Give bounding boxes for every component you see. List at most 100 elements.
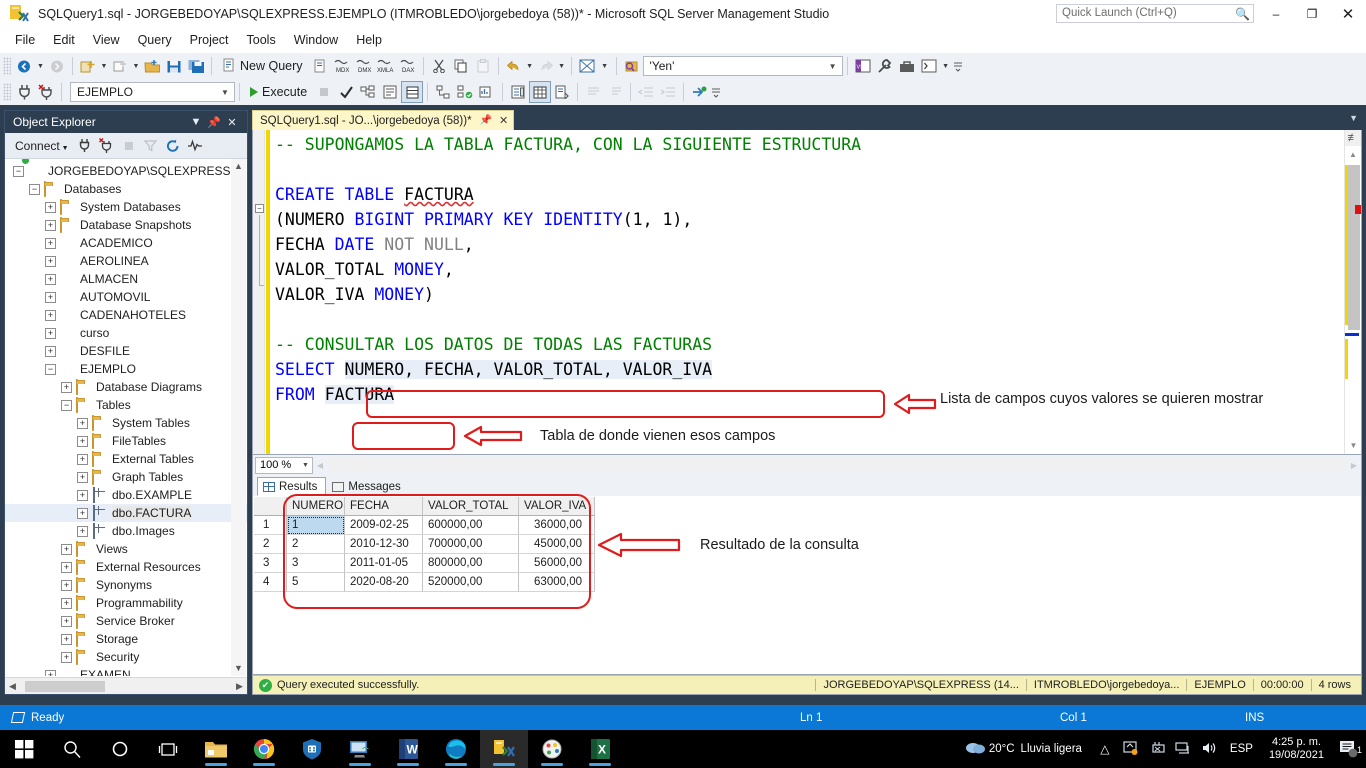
find-in-files-icon[interactable] [621,55,643,77]
expand-icon[interactable]: + [77,453,88,465]
solution-explorer-icon[interactable]: VS [852,55,874,77]
tree-node-databases[interactable]: − Databases [5,180,247,198]
expand-icon[interactable]: + [45,669,56,676]
expand-icon[interactable]: + [61,381,72,393]
command-prompt-icon[interactable] [918,55,940,77]
tree-node-security[interactable]: + Security [5,648,247,666]
refresh-icon[interactable] [163,136,183,156]
results-grid-toggle-icon[interactable] [529,81,552,103]
expand-icon[interactable]: + [45,309,56,321]
new-mdx-query-icon[interactable]: MDX [331,55,353,77]
task-view-icon[interactable] [144,730,192,768]
toolbar-grip[interactable] [3,57,11,75]
include-live-stats-icon[interactable] [454,81,476,103]
close-icon[interactable]: ✕ [223,116,241,129]
file-explorer-icon[interactable] [192,730,240,768]
expand-icon[interactable]: + [45,219,56,231]
tree-node-system-databases[interactable]: + System Databases [5,198,247,216]
open-file-dropdown-icon[interactable]: ▼ [131,55,141,77]
chrome-icon[interactable] [240,730,288,768]
database-combo[interactable]: EJEMPLO ▼ [70,82,235,102]
column-header-valor-total[interactable]: VALOR_TOTAL [423,497,519,516]
cell-numero[interactable]: 1 [287,516,345,535]
connect-object-explorer-icon[interactable] [688,81,710,103]
taskbar-clock[interactable]: 4:25 p. m. 19/08/2021 [1261,736,1332,762]
cell-valor-total[interactable]: 600000,00 [423,516,519,535]
volume-icon[interactable] [1196,741,1222,758]
expand-icon[interactable]: + [45,291,56,303]
remote-desktop-icon[interactable] [336,730,384,768]
expand-icon[interactable]: + [61,651,72,663]
include-client-stats-icon[interactable] [476,81,498,103]
cell-fecha[interactable]: 2011-01-05 [345,554,423,573]
cell-numero[interactable]: 3 [287,554,345,573]
excel-icon[interactable]: X [576,730,624,768]
tree-node-filetables[interactable]: + FileTables [5,432,247,450]
tree-node-ejemplo[interactable]: − EJEMPLO [5,360,247,378]
new-dax-query-icon[interactable]: DAX [397,55,419,77]
tree-node-examen[interactable]: + EXAMEN [5,666,247,676]
cell-valor-total[interactable]: 520000,00 [423,573,519,592]
edge-icon[interactable] [432,730,480,768]
sql-code-editor[interactable]: − -- SUPONGAMOS LA TABLA FACTURA, CON LA… [252,130,1362,455]
scroll-up-icon[interactable]: ▲ [1345,146,1361,163]
chevron-down-icon[interactable]: ▼ [826,62,840,71]
row-number[interactable]: 4 [254,573,287,592]
minimize-button[interactable]: – [1258,0,1294,27]
redo-dropdown-icon[interactable]: ▼ [557,55,567,77]
network-icon[interactable] [1170,741,1196,758]
zoom-combo[interactable]: 100 % ▼ [255,456,313,474]
object-explorer-hscrollbar[interactable]: ◀ ▶ [5,677,247,694]
vscroll-thumb[interactable] [1348,165,1360,330]
collapse-icon[interactable]: − [29,183,40,195]
notification-center-icon[interactable]: 1 [1332,740,1366,758]
column-header-fecha[interactable]: FECHA [345,497,423,516]
hscroll-thumb[interactable] [25,680,105,692]
expand-icon[interactable]: + [45,255,56,267]
back-dropdown-icon[interactable]: ▼ [35,55,46,77]
table-row[interactable]: 3 3 2011-01-05 800000,00 56000,00 [254,554,595,573]
editor-gutter[interactable] [253,130,265,454]
collapse-region-toggle[interactable]: − [255,204,264,213]
query-options-icon[interactable] [507,81,529,103]
results-to-file-icon[interactable] [551,81,573,103]
menu-help[interactable]: Help [347,30,391,50]
collapse-icon[interactable]: − [45,363,56,375]
expand-icon[interactable]: + [61,543,72,555]
collapse-icon[interactable]: − [13,165,24,177]
chevron-down-icon[interactable]: ▼ [218,88,232,97]
menu-tools[interactable]: Tools [238,30,285,50]
new-project-icon[interactable] [77,55,99,77]
new-xmla-query-icon[interactable]: XMLA [375,55,397,77]
cortana-icon[interactable] [96,730,144,768]
execute-button[interactable]: Execute [244,81,313,103]
results-grid[interactable]: NUMERO FECHA VALOR_TOTAL VALOR_IVA 1 1 2… [254,497,595,592]
expand-icon[interactable]: + [61,615,72,627]
close-button[interactable]: ✕ [1330,0,1366,27]
close-icon[interactable]: ✕ [499,114,508,127]
paint-icon[interactable] [528,730,576,768]
editor-hscroll-track[interactable] [329,458,1345,472]
expand-icon[interactable]: + [77,507,88,519]
cell-valor-total[interactable]: 800000,00 [423,554,519,573]
scroll-right-icon[interactable]: ▶ [1347,461,1361,470]
chevron-down-icon[interactable]: ▼ [299,462,312,469]
undo-icon[interactable] [503,55,525,77]
disconnect-plug-icon[interactable] [97,136,117,156]
tree-node-external-tables[interactable]: + External Tables [5,450,247,468]
expand-icon[interactable]: + [77,525,88,537]
expand-icon[interactable]: + [45,201,56,213]
tree-node-almacen[interactable]: + ALMACEN [5,270,247,288]
scroll-right-icon[interactable]: ▶ [232,681,247,692]
security-icon[interactable] [288,730,336,768]
word-icon[interactable]: W [384,730,432,768]
open-folder-icon[interactable] [141,55,163,77]
tree-node-automovil[interactable]: + AUTOMOVIL [5,288,247,306]
tools-dropdown-icon[interactable]: ▼ [940,55,952,77]
tree-node-views[interactable]: + Views [5,540,247,558]
expand-icon[interactable]: + [77,435,88,447]
cell-numero[interactable]: 2 [287,535,345,554]
cell-numero[interactable]: 5 [287,573,345,592]
tree-node-dbo-example[interactable]: + dbo.EXAMPLE [5,486,247,504]
new-query-button[interactable]: New Query [216,55,309,77]
